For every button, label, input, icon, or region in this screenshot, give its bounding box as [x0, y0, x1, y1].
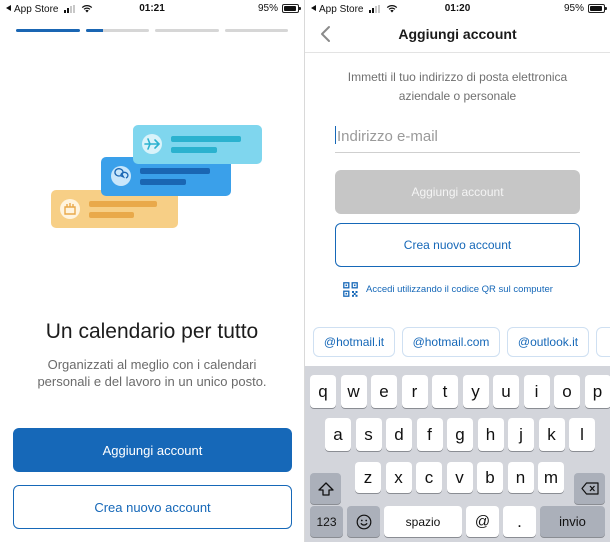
- domain-chip-hotmail-it[interactable]: @hotmail.it: [313, 327, 395, 357]
- backspace-icon: [580, 482, 599, 495]
- key-d[interactable]: d: [386, 418, 412, 451]
- progress-fill: [85, 29, 104, 32]
- page-title: Aggiungi account: [398, 26, 517, 42]
- backspace-key[interactable]: [574, 473, 605, 504]
- battery-icon: [282, 4, 301, 13]
- add-account-button-disabled[interactable]: Aggiungi account: [335, 170, 580, 214]
- key-a[interactable]: a: [325, 418, 351, 451]
- create-account-button[interactable]: Crea nuovo account: [13, 485, 292, 529]
- shift-icon: [317, 481, 334, 496]
- key-b[interactable]: b: [477, 462, 503, 493]
- cyan-card-line-2: [171, 147, 217, 153]
- key-t[interactable]: t: [432, 375, 458, 408]
- add-account-screen: App Store 01:20 95% Aggiungi account Imm…: [305, 0, 610, 542]
- qr-login-link[interactable]: Accedi utilizzando il codice QR sul comp…: [343, 282, 590, 297]
- onboarding-screen: App Store 01:21 95% Un calendario per tu…: [0, 0, 304, 542]
- onboarding-progress: [16, 29, 288, 32]
- battery-icon: [588, 4, 607, 13]
- key-o[interactable]: o: [554, 375, 580, 408]
- text-caret: [335, 126, 336, 144]
- key-g[interactable]: g: [447, 418, 473, 451]
- progress-segment: [155, 29, 219, 32]
- domain-chip-hotmail-com[interactable]: @hotmail.com: [402, 327, 500, 357]
- progress-fill: [16, 29, 80, 32]
- domain-chip-more[interactable]: [596, 327, 610, 357]
- key-p[interactable]: p: [584, 375, 610, 408]
- key-y[interactable]: y: [462, 375, 489, 408]
- key-x[interactable]: x: [385, 462, 412, 493]
- key-w[interactable]: w: [340, 375, 367, 408]
- yellow-card-line-2: [89, 212, 134, 218]
- calendar-illustration: [51, 125, 262, 228]
- key-r[interactable]: r: [401, 375, 428, 408]
- blue-card-line-1: [140, 168, 210, 174]
- yellow-card-line-1: [89, 201, 157, 207]
- emoji-key[interactable]: [347, 506, 380, 537]
- status-bar: App Store 01:21 95%: [0, 0, 304, 18]
- key-h[interactable]: h: [477, 418, 504, 451]
- key-s[interactable]: s: [355, 418, 382, 451]
- screenshot-stage: App Store 01:21 95% Un calendario per tu…: [0, 0, 610, 542]
- add-account-button[interactable]: Aggiungi account: [13, 428, 292, 472]
- ios-keyboard: 123 spazio @ . invio qwertyuiop asdfghjkl…: [305, 366, 610, 542]
- email-field[interactable]: [335, 121, 580, 153]
- battery-percent: 95%: [563, 3, 584, 14]
- numbers-key[interactable]: 123: [310, 506, 343, 537]
- key-m[interactable]: m: [538, 462, 564, 493]
- emoji-icon: [356, 514, 371, 529]
- yellow-card-badge: [60, 199, 80, 219]
- cyan-card-line-1: [171, 136, 241, 142]
- headline: Un calendario per tutto: [45, 320, 259, 343]
- key-f[interactable]: f: [416, 418, 443, 451]
- qr-code-icon: [343, 282, 358, 297]
- status-bar-right: App Store 01:20 95%: [305, 0, 610, 18]
- key-z[interactable]: z: [355, 462, 381, 493]
- at-key[interactable]: @: [466, 506, 499, 537]
- create-account-button[interactable]: Crea nuovo account: [335, 223, 580, 267]
- key-i[interactable]: i: [523, 375, 550, 408]
- shift-key[interactable]: [310, 473, 341, 504]
- dot-key[interactable]: .: [503, 506, 536, 537]
- instructions: Immetti il tuo indirizzo di posta elettr…: [347, 70, 568, 103]
- key-e[interactable]: e: [371, 375, 397, 408]
- key-n[interactable]: n: [507, 462, 534, 493]
- blue-card-line-2: [140, 179, 186, 185]
- battery-indicator: 95%: [257, 3, 301, 14]
- battery-indicator: 95%: [563, 3, 607, 14]
- progress-segment: [85, 29, 149, 32]
- battery-percent: 95%: [257, 3, 278, 14]
- key-u[interactable]: u: [493, 375, 519, 408]
- key-k[interactable]: k: [538, 418, 565, 451]
- key-q[interactable]: q: [310, 375, 336, 408]
- space-key[interactable]: spazio: [384, 506, 462, 537]
- nav-divider: [305, 52, 610, 53]
- progress-segment: [224, 29, 288, 32]
- progress-segment: [16, 29, 80, 32]
- key-j[interactable]: j: [508, 418, 534, 451]
- qr-login-label: Accedi utilizzando il codice QR sul comp…: [366, 284, 553, 295]
- key-l[interactable]: l: [569, 418, 595, 451]
- subtext: Organizzati al meglio con i calendari pe…: [37, 357, 267, 389]
- key-v[interactable]: v: [446, 462, 473, 493]
- domain-suggestions: @hotmail.it @hotmail.com @outlook.it: [313, 327, 610, 357]
- return-key[interactable]: invio: [540, 506, 605, 537]
- key-c[interactable]: c: [416, 462, 442, 493]
- domain-chip-outlook-it[interactable]: @outlook.it: [507, 327, 589, 357]
